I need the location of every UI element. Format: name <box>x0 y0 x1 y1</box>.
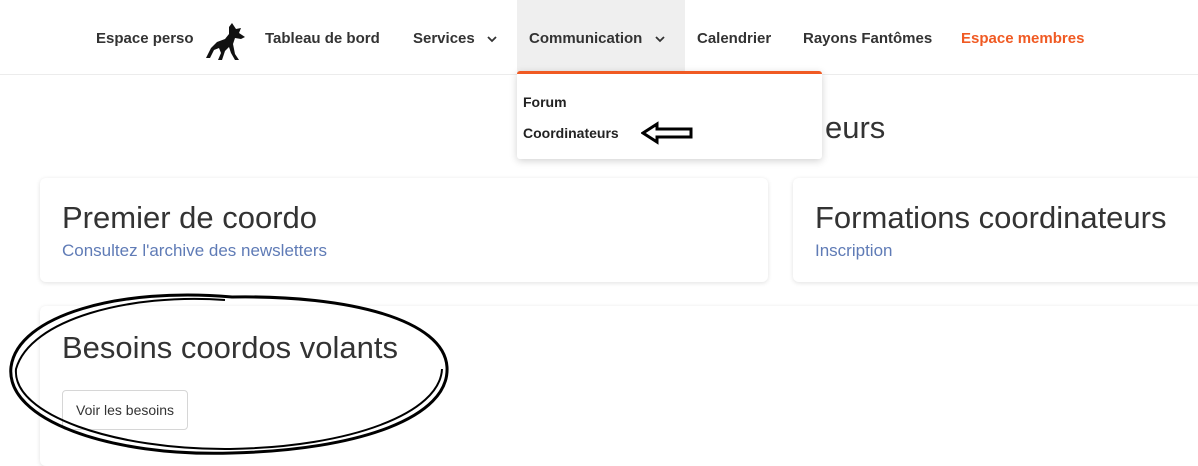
nav-services[interactable]: Services <box>413 0 497 74</box>
dropdown-item-forum[interactable]: Forum <box>523 94 567 110</box>
card-premier-de-coordo: Premier de coordo Consultez l'archive de… <box>40 178 768 282</box>
nav-espace-membres[interactable]: Espace membres <box>961 0 1084 74</box>
nav-communication-label: Communication <box>529 30 643 47</box>
nav-services-label: Services <box>413 30 475 47</box>
nav-espace-perso-label: Espace perso <box>96 30 194 47</box>
communication-dropdown: Forum Coordinateurs <box>517 71 822 159</box>
nav-tableau-de-bord[interactable]: Tableau de bord <box>265 0 380 74</box>
page-title: eurs <box>825 110 886 145</box>
nav-espace-perso[interactable]: Espace perso <box>96 0 194 74</box>
card-formations-coordinateurs: Formations coordinateurs Inscription <box>793 178 1198 282</box>
nav-rayons-fantomes[interactable]: Rayons Fantômes <box>803 0 932 74</box>
nav-tableau-label: Tableau de bord <box>265 30 380 47</box>
card-title: Premier de coordo <box>62 200 318 235</box>
card-title: Besoins coordos volants <box>62 330 399 365</box>
nav-communication[interactable]: Communication <box>517 0 685 74</box>
chevron-down-icon <box>654 35 665 42</box>
nav-membres-label: Espace membres <box>961 30 1085 47</box>
inscription-link[interactable]: Inscription <box>815 241 892 261</box>
dropdown-item-coordinateurs[interactable]: Coordinateurs <box>523 125 619 141</box>
card-besoins-coordos-volants: Besoins coordos volants Voir les besoins <box>40 306 1198 466</box>
left-arrow-icon <box>641 121 693 145</box>
chevron-down-icon <box>487 35 497 42</box>
nav-calendrier[interactable]: Calendrier <box>697 0 771 74</box>
top-navigation: Espace perso Tableau de bord Services Co… <box>0 0 1198 75</box>
wolf-icon[interactable] <box>205 20 251 62</box>
newsletter-archive-link[interactable]: Consultez l'archive des newsletters <box>62 241 327 261</box>
card-title: Formations coordinateurs <box>815 200 1167 235</box>
nav-rayons-label: Rayons Fantômes <box>803 30 933 47</box>
nav-calendrier-label: Calendrier <box>697 30 772 47</box>
voir-les-besoins-button[interactable]: Voir les besoins <box>62 390 189 430</box>
